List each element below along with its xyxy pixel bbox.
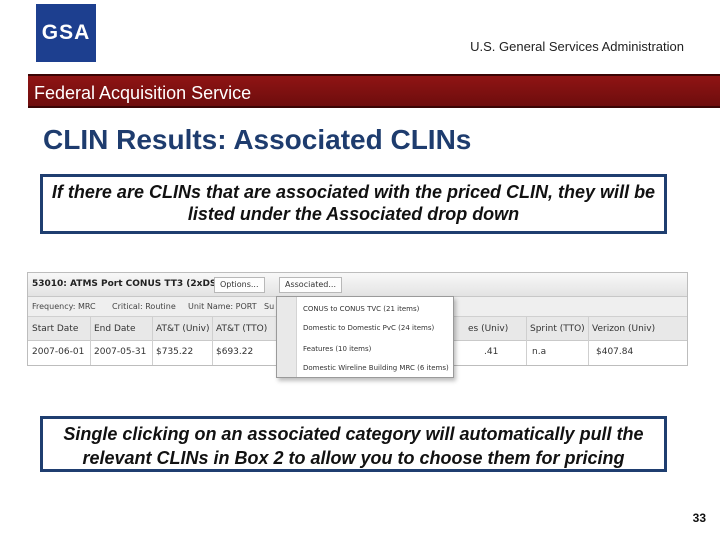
column-divider (588, 317, 589, 365)
dropdown-item-domestic-pvc[interactable]: Domestic to Domestic PvC (24 items) (303, 324, 434, 332)
page-title: CLIN Results: Associated CLINs (43, 124, 472, 155)
column-divider (152, 317, 153, 365)
dropdown-icon-strip (277, 297, 297, 377)
col-att-tto[interactable]: AT&T (TTO) (216, 324, 267, 334)
cell-verizon-univ: $407.84 (596, 347, 634, 357)
clin-title: 53010: ATMS Port CONUS TT3 (2xDS1) (32, 279, 227, 289)
frequency-filter: Frequency: MRC (32, 302, 96, 311)
callout-associated-info: If there are CLINs that are associated w… (40, 174, 667, 234)
service-name: Federal Acquisition Service (34, 83, 252, 103)
gsa-logo: GSA (36, 4, 96, 62)
dropdown-item-features[interactable]: Features (10 items) (303, 345, 371, 353)
col-verizon-univ[interactable]: Verizon (Univ) (592, 324, 655, 334)
cell-att-tto: $693.22 (216, 347, 254, 357)
col-start-date[interactable]: Start Date (32, 324, 78, 334)
critical-filter: Critical: Routine (112, 302, 176, 311)
cell-start-date: 2007-06-01 (32, 347, 85, 357)
dropdown-item-wireline-mrc[interactable]: Domestic Wireline Building MRC (6 items) (303, 364, 449, 372)
column-divider (90, 317, 91, 365)
cell-end-date: 2007-05-31 (94, 347, 147, 357)
col-att-univ[interactable]: AT&T (Univ) (156, 324, 209, 334)
col-end-date[interactable]: End Date (94, 324, 135, 334)
col-univ[interactable]: es (Univ) (468, 324, 508, 334)
su-filter: Su (264, 302, 275, 311)
agency-name: U.S. General Services Administration (470, 39, 684, 54)
callout-click-info: Single clicking on an associated categor… (40, 416, 667, 472)
page-number: 33 (692, 511, 706, 525)
associated-menu-button[interactable]: Associated... (279, 277, 342, 293)
cell-att-univ: $735.22 (156, 347, 194, 357)
cell-sprint-tto: n.a (532, 347, 547, 357)
col-sprint-tto[interactable]: Sprint (TTO) (530, 324, 585, 334)
column-divider (526, 317, 527, 365)
column-divider (212, 317, 213, 365)
dropdown-item-conus-tvc[interactable]: CONUS to CONUS TVC (21 items) (303, 305, 419, 313)
app-toolbar: 53010: ATMS Port CONUS TT3 (2xDS1) Optio… (28, 273, 687, 297)
options-menu-button[interactable]: Options... (214, 277, 265, 293)
cell-univ: .41 (484, 347, 499, 357)
unit-filter: Unit Name: PORT (188, 302, 257, 311)
associated-dropdown-menu: CONUS to CONUS TVC (21 items) Domestic t… (276, 296, 454, 378)
logo-text: GSA (41, 21, 91, 44)
header-band: Federal Acquisition Service (28, 74, 720, 108)
